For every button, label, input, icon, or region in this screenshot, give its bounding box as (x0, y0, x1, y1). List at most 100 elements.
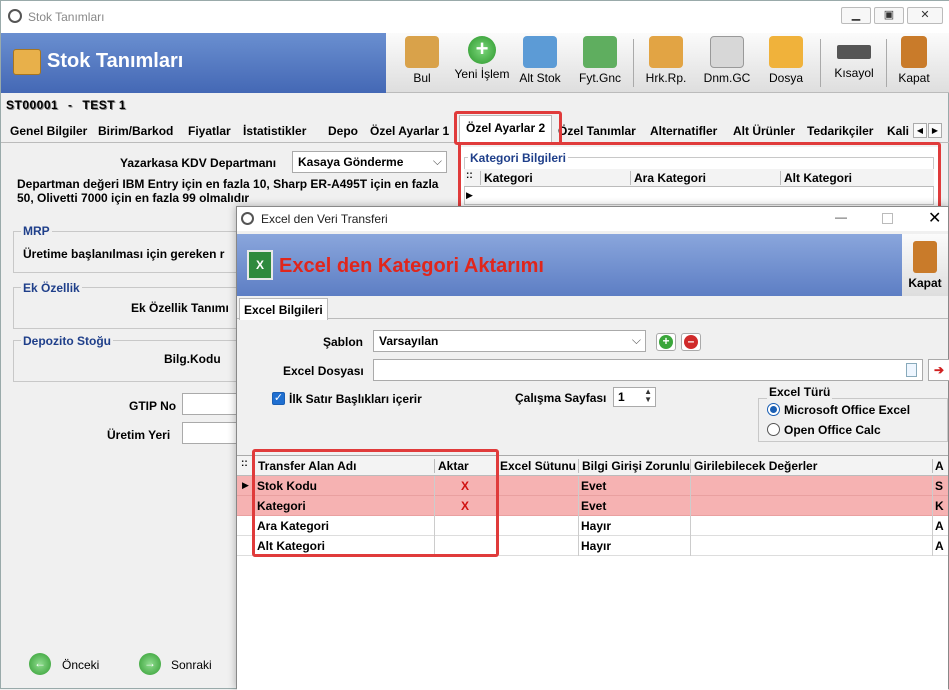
record-header: ST00001 - TEST 1 (6, 98, 126, 112)
col-girilebilecek-degerler[interactable]: Girilebilecek Değerler (690, 459, 932, 473)
radio-open-office[interactable] (767, 423, 780, 436)
sablon-select[interactable]: Varsayılan ⌵ (373, 330, 646, 352)
folder-icon (769, 36, 803, 68)
minimize-button[interactable]: ▁ (841, 7, 871, 24)
tab-ozel-ayarlar-1[interactable]: Özel Ayarlar 1 (370, 124, 449, 138)
tab-fiyatlar[interactable]: Fiyatlar (188, 124, 231, 138)
sablon-value: Varsayılan (379, 334, 439, 348)
tab-istatistikler[interactable]: İstatistikler (243, 124, 306, 138)
col-bilgi-girisi-zorunlu[interactable]: Bilgi Girişi Zorunlu (578, 459, 690, 473)
file-icon[interactable] (906, 363, 917, 377)
window-title: Stok Tanımları (28, 10, 105, 24)
kdv-select-value: Kasaya Gönderme (298, 155, 404, 169)
dialog-close-button[interactable]: ✕ (928, 208, 941, 228)
dialog-banner: X Excel den Kategori Aktarımı (237, 234, 902, 296)
sablon-label: Şablon (323, 335, 364, 349)
kategori-highlight (458, 142, 941, 212)
add-sablon-button[interactable]: + (656, 333, 676, 351)
price-update-button[interactable]: Fyt.Gnc (576, 33, 624, 93)
kdv-select[interactable]: Kasaya Gönderme ⌵ (292, 151, 447, 173)
gtip-input[interactable] (182, 393, 242, 415)
tab-scroll-right-icon[interactable]: ▶ (928, 123, 942, 138)
transfer-highlight (252, 449, 499, 557)
dialog-minimize-button[interactable]: — (835, 210, 847, 224)
excel-dosyasi-label: Excel Dosyası (283, 364, 364, 378)
radio-microsoft-excel-label[interactable]: Microsoft Office Excel (784, 403, 910, 417)
banner-title: Stok Tanımları (47, 50, 184, 72)
excel-icon: X (247, 250, 273, 280)
sub-stock-button[interactable]: Alt Stok (518, 33, 562, 93)
row-pointer-icon: ▶ (242, 480, 249, 490)
find-button[interactable]: Bul (400, 33, 444, 93)
dialog-tab-bar: Excel Bilgileri (237, 297, 948, 320)
excel-dosyasi-input[interactable] (373, 359, 923, 381)
kdv-note: Departman değeri IBM Entry için en fazla… (17, 177, 439, 205)
grid-line (578, 476, 579, 556)
depozito-label: Bilg.Kodu (164, 352, 221, 366)
cell-zorunlu: Evet (581, 499, 607, 513)
chevron-down-icon: ⌵ (432, 154, 442, 168)
report-icon (649, 36, 683, 68)
excel-transfer-dialog: Excel den Veri Transferi — ✕ X Excel den… (236, 206, 949, 690)
tab-scroll-left-icon[interactable]: ◀ (913, 123, 927, 138)
new-transaction-button[interactable]: + Yeni İşlem (454, 33, 510, 93)
tab-alternatifler[interactable]: Alternatifler (650, 124, 717, 138)
calisma-sayfasi-value: 1 (618, 390, 625, 404)
tab-highlight (454, 111, 562, 145)
spinner-arrows-icon[interactable]: ▲ ▼ (644, 388, 652, 404)
grid-line (932, 476, 933, 556)
plus-icon: + (659, 335, 673, 349)
dialog-kapat-button[interactable]: Kapat (902, 234, 948, 296)
toolbar-separator (886, 39, 887, 87)
radio-open-office-label[interactable]: Open Office Calc (784, 423, 881, 437)
gtip-label: GTIP No (129, 399, 177, 413)
cell-extra: S (935, 479, 944, 493)
col-extra[interactable]: A (932, 459, 948, 473)
tab-excel-bilgileri[interactable]: Excel Bilgileri (239, 298, 328, 320)
uretim-yeri-label: Üretim Yeri (107, 428, 171, 442)
tab-alt-urunler[interactable]: Alt Ürünler (733, 124, 795, 138)
maximize-button[interactable]: ▣ (874, 7, 904, 24)
movement-report-button[interactable]: Hrk.Rp. (642, 33, 690, 93)
browse-file-button[interactable]: ➔ (928, 359, 949, 381)
tab-ozel-tanimlar[interactable]: Özel Tanımlar (558, 124, 636, 138)
dialog-title: Excel den Veri Transferi (261, 212, 388, 226)
grip-icon: :: (241, 458, 248, 469)
radio-microsoft-excel[interactable] (767, 403, 780, 416)
remove-sablon-button[interactable]: – (681, 333, 701, 351)
tab-tedarikciler[interactable]: Tedarikçiler (807, 124, 873, 138)
col-excel-sutunu[interactable]: Excel Sütunu (496, 459, 578, 473)
ilk-satir-checkbox[interactable]: ✓ (272, 392, 285, 405)
plus-icon: + (468, 36, 496, 64)
tab-depo[interactable]: Depo (328, 124, 358, 138)
stock-icon (13, 49, 41, 75)
dialog-maximize-button[interactable] (882, 213, 893, 224)
uretim-yeri-input[interactable] (182, 422, 242, 444)
tab-genel-bilgiler[interactable]: Genel Bilgiler (10, 124, 87, 138)
grid-line (690, 476, 691, 556)
dialog-banner-title: Excel den Kategori Aktarımı (279, 255, 544, 277)
period-button[interactable]: Dnm.GC (700, 33, 754, 93)
binoculars-icon (405, 36, 439, 68)
prev-button[interactable]: Önceki (62, 658, 99, 672)
radio-dot-icon (770, 406, 777, 413)
exit-door-icon (901, 36, 927, 68)
shortcut-button[interactable]: Kısayol (830, 33, 878, 93)
stock-name: TEST 1 (82, 98, 127, 112)
cell-extra: A (935, 539, 944, 553)
tab-birim-barkod[interactable]: Birim/Barkod (98, 124, 173, 138)
file-button[interactable]: Dosya (764, 33, 808, 93)
next-button[interactable]: Sonraki (171, 658, 212, 672)
toolbar-separator (633, 39, 634, 87)
app-icon (241, 212, 254, 225)
close-button[interactable]: ✕ (907, 7, 943, 24)
ilk-satir-label: İlk Satır Başlıkları içerir (289, 392, 422, 406)
toolbar-separator (820, 39, 821, 87)
tab-kalite[interactable]: Kali (887, 124, 911, 138)
arrow-left-icon[interactable]: ← (29, 653, 51, 675)
calisma-sayfasi-spinner[interactable]: 1 ▲ ▼ (613, 387, 656, 407)
arrow-right-icon[interactable]: → (139, 653, 161, 675)
toolbar: Bul + Yeni İşlem Alt Stok Fyt.Gnc Hrk.Rp… (386, 33, 949, 93)
close-form-button[interactable]: Kapat (894, 33, 934, 93)
app-icon (8, 9, 22, 23)
